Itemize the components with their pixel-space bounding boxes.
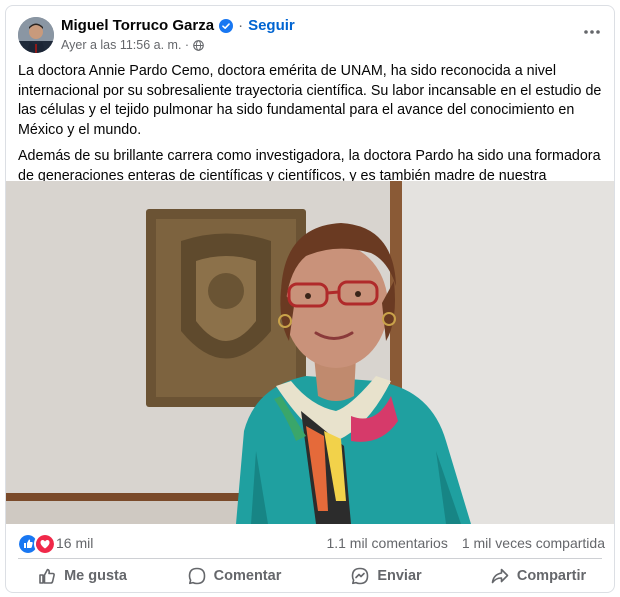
send-button[interactable]: Enviar <box>310 560 462 592</box>
share-label: Compartir <box>516 568 587 584</box>
verified-icon <box>219 18 234 33</box>
send-icon <box>352 567 369 585</box>
timestamp-line: Ayer a las 11:56 a. m. · <box>61 38 204 52</box>
reaction-icons[interactable] <box>17 533 56 555</box>
separator-dot: · <box>238 17 244 34</box>
share-count[interactable]: 1 mil veces compartida <box>462 535 605 551</box>
post-card: Miguel Torruco Garza · Seguir Ayer a las… <box>5 5 615 593</box>
action-bar: Me gusta Comentar Enviar Compartir <box>6 560 614 592</box>
comment-label: Comentar <box>213 568 282 584</box>
post-header: Miguel Torruco Garza · Seguir Ayer a las… <box>6 6 614 61</box>
author-name[interactable]: Miguel Torruco Garza <box>61 17 214 34</box>
share-button[interactable]: Compartir <box>462 560 614 592</box>
reactions-row: 16 mil 1.1 mil comentarios 1 mil veces c… <box>6 526 614 558</box>
like-button[interactable]: Me gusta <box>6 560 158 592</box>
send-label: Enviar <box>377 568 422 584</box>
love-reaction-icon <box>34 533 56 555</box>
follow-button[interactable]: Seguir <box>248 17 295 34</box>
engagement-stats: 1.1 mil comentarios 1 mil veces comparti… <box>326 535 605 551</box>
share-icon <box>491 568 509 584</box>
reaction-count[interactable]: 16 mil <box>56 535 93 551</box>
like-label: Me gusta <box>64 568 127 584</box>
avatar[interactable] <box>18 17 54 53</box>
more-icon[interactable] <box>582 22 602 42</box>
divider <box>18 558 602 559</box>
post-timestamp[interactable]: Ayer a las 11:56 a. m. <box>61 38 181 52</box>
comment-button[interactable]: Comentar <box>158 560 310 592</box>
separator-dot: · <box>181 38 190 52</box>
comment-count[interactable]: 1.1 mil comentarios <box>326 535 447 551</box>
comment-icon <box>188 567 205 585</box>
globe-icon <box>193 39 204 51</box>
author-line: Miguel Torruco Garza · Seguir <box>61 17 295 34</box>
post-paragraph: La doctora Annie Pardo Cemo, doctora emé… <box>18 63 602 138</box>
post-photo[interactable] <box>6 181 614 524</box>
like-icon <box>39 568 56 584</box>
